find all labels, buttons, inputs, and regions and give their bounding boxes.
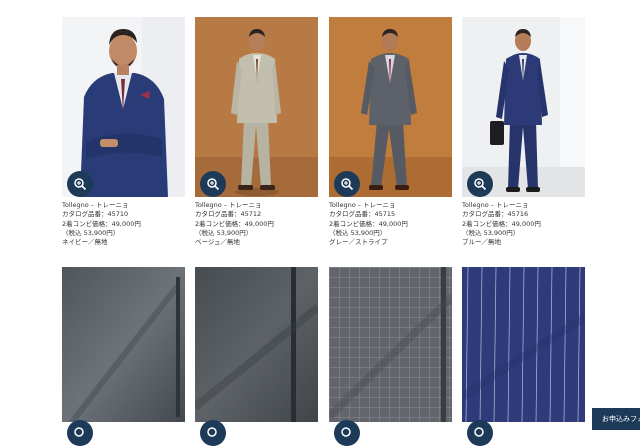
- suit-photo[interactable]: [329, 17, 452, 197]
- suit-photo[interactable]: [462, 17, 585, 197]
- brand-name: Tollegno – トレーニョ: [195, 201, 262, 209]
- catalog-number: カタログ品番：45716: [462, 210, 529, 219]
- price: 2着コンビ価格：49,000円: [462, 219, 541, 228]
- price: 2着コンビ価格：49,000円: [195, 219, 274, 228]
- price: 2着コンビ価格：49,000円: [62, 219, 141, 228]
- zoom-in-icon[interactable]: [200, 420, 226, 446]
- brand-name: Tollegno – トレーニョ: [462, 201, 529, 209]
- color-pattern: グレー／ストライプ: [329, 238, 388, 247]
- brand-name: Tollegno – トレーニョ: [62, 201, 129, 209]
- apply-form-button[interactable]: お申込みフォーム: [592, 408, 640, 430]
- product-info: Tollegno – トレーニョ カタログ品番：45716 2着コンビ価格：49…: [462, 201, 602, 247]
- tax-price: （税込 53,900円）: [195, 228, 253, 237]
- zoom-in-icon[interactable]: [334, 420, 360, 446]
- zoom-in-icon[interactable]: [467, 171, 493, 197]
- tax-price: （税込 53,900円）: [329, 228, 387, 237]
- suit-photo[interactable]: [195, 17, 318, 197]
- zoom-in-icon[interactable]: [67, 420, 93, 446]
- catalog-number: カタログ品番：45712: [195, 210, 262, 219]
- zoom-in-icon[interactable]: [200, 171, 226, 197]
- product-info: Tollegno – トレーニョ カタログ品番：45710 2着コンビ価格：49…: [62, 201, 202, 247]
- fabric-swatch[interactable]: [462, 267, 585, 422]
- zoom-in-icon[interactable]: [334, 171, 360, 197]
- catalog-number: カタログ品番：45715: [329, 210, 396, 219]
- product-info: Tollegno – トレーニョ カタログ品番：45715 2着コンビ価格：49…: [329, 201, 469, 247]
- product-grid: Tollegno – トレーニョ カタログ品番：45710 2着コンビ価格：49…: [0, 0, 640, 446]
- zoom-in-icon[interactable]: [467, 420, 493, 446]
- brand-name: Tollegno – トレーニョ: [329, 201, 396, 209]
- fabric-swatch[interactable]: [195, 267, 318, 422]
- fabric-swatch[interactable]: [329, 267, 452, 422]
- catalog-number: カタログ品番：45710: [62, 210, 129, 219]
- color-pattern: ブルー／無地: [462, 238, 501, 247]
- fabric-swatch[interactable]: [62, 267, 185, 422]
- price: 2着コンビ価格：49,000円: [329, 219, 408, 228]
- color-pattern: ベージュ／無地: [195, 238, 240, 247]
- product-info: Tollegno – トレーニョ カタログ品番：45712 2着コンビ価格：49…: [195, 201, 335, 247]
- tax-price: （税込 53,900円）: [62, 228, 120, 237]
- suit-photo[interactable]: [62, 17, 185, 197]
- zoom-in-icon[interactable]: [67, 171, 93, 197]
- tax-price: （税込 53,900円）: [462, 228, 520, 237]
- color-pattern: ネイビー／無地: [62, 238, 108, 247]
